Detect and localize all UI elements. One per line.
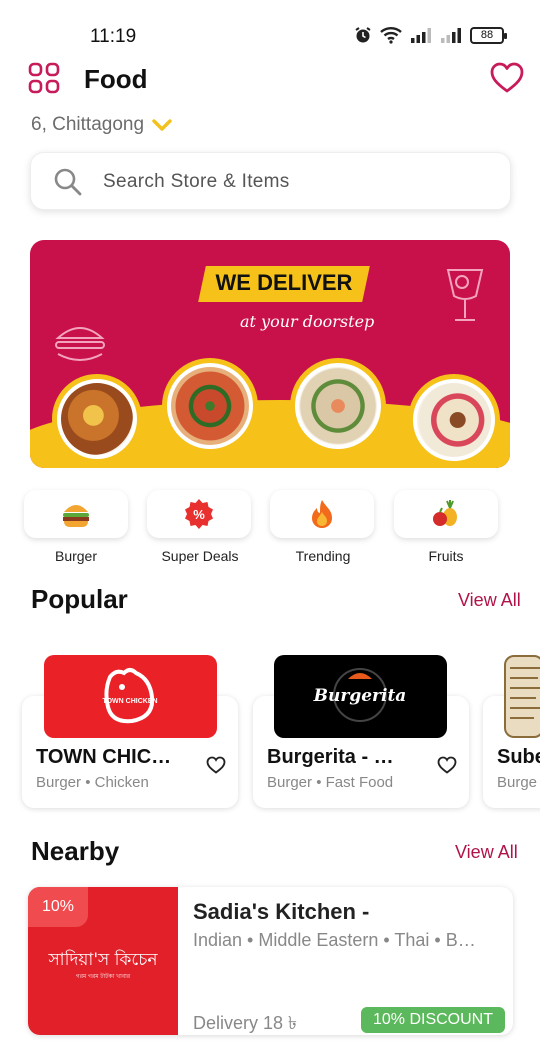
- category-super-deals[interactable]: %: [147, 490, 251, 538]
- signal-icon: [411, 28, 431, 43]
- popular-heading: Popular: [31, 584, 128, 614]
- status-time: 11:19: [90, 26, 137, 47]
- menu-grid-icon[interactable]: [28, 62, 60, 94]
- category-label-trending: Trending: [295, 548, 351, 564]
- burgerita-logo: Burgerita: [274, 655, 447, 738]
- svg-text:%: %: [193, 507, 205, 522]
- search-input[interactable]: Search Store & Items: [30, 152, 511, 210]
- dish-pizza: [162, 358, 258, 454]
- dish-fried-chicken: [52, 374, 142, 464]
- store-tags: Burger • Fast Food: [267, 774, 394, 791]
- favorites-heart-icon[interactable]: [490, 62, 524, 94]
- town-chicken-mark-icon: TOWN CHICKEN: [102, 668, 158, 724]
- category-trending[interactable]: [270, 490, 374, 538]
- dish-rice-plate: [408, 374, 500, 466]
- banner-headline: WE DELIVER: [215, 270, 353, 295]
- location-selector[interactable]: 6, Chittagong: [31, 114, 172, 136]
- burgerita-mark-icon: Burgerita: [313, 668, 407, 722]
- burger-icon: [63, 505, 89, 527]
- signal-icon-2: [441, 28, 461, 43]
- battery-indicator: 88: [470, 26, 507, 44]
- category-label-fruits: Fruits: [428, 548, 464, 564]
- burgerita-logo-text: Burgerita: [313, 686, 407, 706]
- heart-outline-icon[interactable]: [437, 756, 457, 774]
- store-cuisine: Indian • Middle Eastern • Thai • B…: [193, 930, 476, 950]
- discount-icon: %: [185, 499, 213, 529]
- header: Food: [28, 60, 524, 100]
- burger-outline-icon: [55, 327, 105, 361]
- nearby-card-sadias-kitchen[interactable]: সাদিয়া'স কিচেন গরম গরম টাটকা খাবার 10% …: [28, 887, 513, 1035]
- nearby-view-all-link[interactable]: View All: [455, 842, 518, 863]
- search-placeholder: Search Store & Items: [103, 171, 290, 192]
- page-title: Food: [84, 64, 148, 94]
- town-chicken-logo-text: TOWN CHICKEN: [102, 698, 157, 705]
- banner-subline: at your doorstep: [240, 312, 375, 331]
- discount-label: 10% DISCOUNT: [360, 1007, 505, 1033]
- store-name: Sube: [497, 746, 540, 768]
- location-label: 6, Chittagong: [31, 114, 145, 135]
- promo-banner[interactable]: WE DELIVER at your doorstep: [30, 240, 510, 468]
- status-bar: 11:19 88: [0, 0, 540, 64]
- store-tags: Burger • Chicken: [36, 774, 149, 791]
- category-label-super-deals: Super Deals: [161, 548, 239, 564]
- heart-outline-icon[interactable]: [206, 756, 226, 774]
- delivery-fee: Delivery 18 ৳: [193, 1013, 298, 1033]
- menu-board-icon: [510, 667, 540, 719]
- store-name: TOWN CHIC…: [36, 746, 172, 768]
- store-name: Sadia's Kitchen -: [193, 899, 370, 924]
- discount-badge: 10%: [28, 887, 88, 927]
- nearby-heading: Nearby: [31, 836, 120, 866]
- dish-noodles: [290, 358, 386, 454]
- category-fruits[interactable]: [394, 490, 498, 538]
- sube-logo: [504, 655, 540, 738]
- store-brand-subtext: গরম গরম টাটকা খাবার: [75, 974, 131, 980]
- wifi-icon: [380, 27, 402, 44]
- fruits-icon: [433, 500, 457, 526]
- drink-outline-icon: [446, 269, 484, 321]
- flame-icon: [312, 500, 332, 528]
- alarm-icon: [355, 27, 371, 43]
- store-tags: Burge: [497, 774, 538, 791]
- category-label-burger: Burger: [54, 548, 98, 564]
- status-icons: 88: [354, 26, 507, 44]
- town-chicken-logo: TOWN CHICKEN: [44, 655, 217, 738]
- search-icon: [54, 168, 82, 196]
- popular-view-all-link[interactable]: View All: [458, 590, 521, 611]
- category-burger[interactable]: [24, 490, 128, 538]
- store-name: Burgerita - …: [267, 746, 394, 768]
- chevron-down-icon: [152, 119, 172, 131]
